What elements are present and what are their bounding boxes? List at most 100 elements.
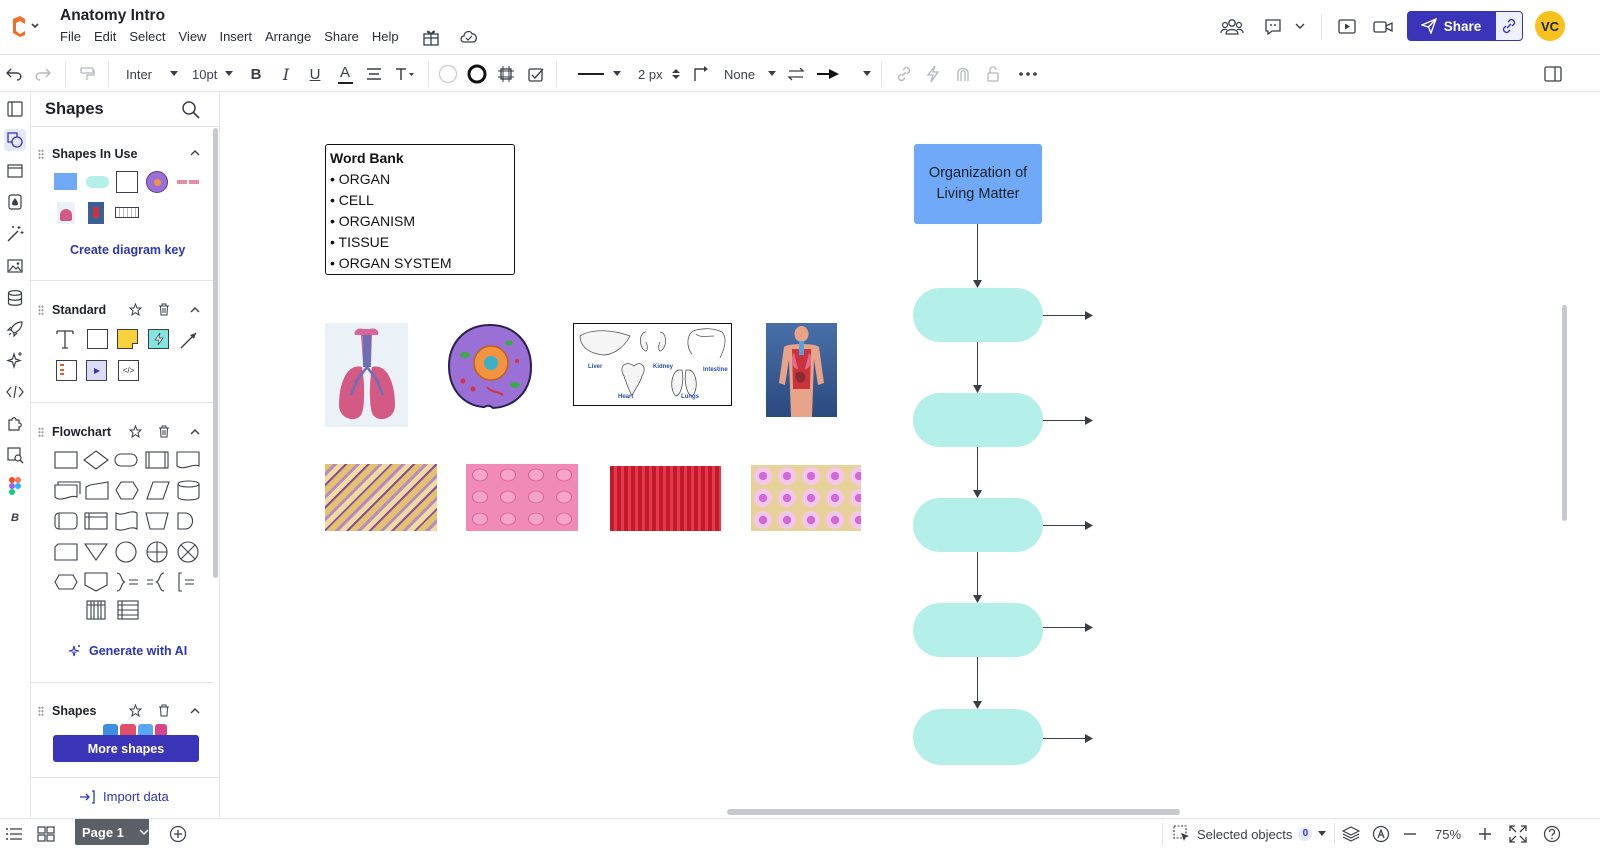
muscle-tissue-image[interactable] [610, 466, 721, 531]
shape-muscle-image[interactable] [177, 180, 201, 184]
import-data-button[interactable]: Import data [79, 789, 169, 804]
connector-arrow[interactable] [1043, 315, 1087, 316]
connector-arrow[interactable] [977, 224, 978, 282]
word-bank-box[interactable]: Word Bank • ORGAN • CELL • ORGANISM • TI… [325, 144, 515, 275]
code-icon[interactable] [4, 381, 26, 403]
link-icon[interactable] [893, 56, 915, 92]
connector-arrow[interactable] [977, 342, 978, 387]
line-width-stepper[interactable]: 2 px [634, 56, 680, 92]
shape-sticky-note[interactable] [117, 329, 138, 349]
star-icon[interactable] [129, 425, 142, 438]
flow-title-box[interactable]: Organization of Living Matter [914, 144, 1042, 224]
shape-video[interactable] [86, 360, 107, 381]
arrow-end-select[interactable] [815, 56, 871, 92]
vertical-scrollbar[interactable] [1562, 305, 1567, 521]
lungs-image[interactable] [325, 323, 408, 427]
format-painter-icon[interactable] [76, 56, 98, 92]
connector-arrow[interactable] [1043, 525, 1087, 526]
human-body-image[interactable] [766, 323, 837, 417]
drag-handle-icon[interactable] [38, 427, 44, 437]
shape-cell-image[interactable] [146, 171, 168, 193]
add-page-icon[interactable] [169, 819, 187, 849]
help-icon[interactable] [1543, 819, 1561, 849]
connector-arrow[interactable] [1043, 420, 1087, 421]
cloud-saved-icon[interactable] [459, 29, 479, 45]
nervous-tissue-image[interactable] [751, 465, 861, 531]
connector-arrow[interactable] [977, 447, 978, 492]
present-icon[interactable] [1337, 17, 1357, 37]
shape-lungs-image[interactable] [57, 202, 75, 224]
rocket-icon[interactable] [4, 318, 26, 340]
collaborators-icon[interactable] [1220, 17, 1244, 37]
line-color-icon[interactable] [466, 56, 488, 92]
section-standard[interactable]: Standard [52, 303, 106, 317]
menu-help[interactable]: Help [372, 29, 399, 44]
connector-arrow[interactable] [1043, 627, 1087, 628]
drag-handle-icon[interactable] [38, 305, 44, 315]
more-shapes-button[interactable]: More shapes [53, 735, 199, 762]
fill-drop-icon[interactable] [4, 191, 26, 213]
connector-arrow[interactable] [1043, 738, 1087, 739]
collapse-chevron-icon[interactable] [190, 428, 200, 436]
create-diagram-key-link[interactable]: Create diagram key [70, 243, 185, 257]
redo-icon[interactable] [32, 56, 54, 92]
font-size-select[interactable]: 10pt [189, 56, 233, 92]
selected-objects-toggle[interactable]: Selected objects 0 [1173, 819, 1327, 849]
section-shapes-in-use[interactable]: Shapes In Use [52, 147, 137, 161]
shape-list[interactable] [56, 360, 77, 381]
section-flowchart[interactable]: Flowchart [52, 425, 111, 439]
ai-sparkle-icon[interactable] [4, 349, 26, 371]
italic-button[interactable]: I [276, 56, 296, 92]
menu-arrange[interactable]: Arrange [265, 29, 311, 44]
database-icon[interactable] [4, 287, 26, 309]
shape-action-button[interactable] [148, 329, 169, 349]
gift-icon[interactable] [422, 28, 440, 46]
image-search-icon[interactable] [4, 444, 26, 466]
connector-arrow[interactable] [977, 552, 978, 597]
undo-icon[interactable] [3, 56, 25, 92]
shape-teal-pill[interactable] [86, 176, 109, 188]
star-icon[interactable] [129, 303, 142, 316]
user-avatar[interactable]: VC [1535, 11, 1565, 41]
search-icon[interactable] [181, 100, 201, 120]
flow-step-pill[interactable] [913, 393, 1043, 447]
organs-image[interactable]: Liver Kidney Intestine Heart Lungs [573, 323, 732, 406]
font-family-select[interactable]: Inter [118, 56, 178, 92]
text-color-button[interactable]: A [335, 56, 355, 92]
shape-options-icon[interactable] [495, 56, 517, 92]
comment-icon[interactable] [1263, 17, 1283, 37]
cell-image[interactable] [447, 323, 533, 410]
horizontal-scrollbar[interactable] [727, 809, 1180, 815]
drag-handle-icon[interactable] [38, 149, 44, 159]
accessibility-icon[interactable] [1372, 819, 1390, 849]
zoom-level[interactable]: 75% [1435, 819, 1461, 849]
epithelial-tissue-image[interactable] [466, 464, 578, 531]
document-title[interactable]: Anatomy Intro [60, 7, 165, 25]
collapse-chevron-icon[interactable] [190, 149, 200, 157]
zoom-out-icon[interactable] [1402, 819, 1418, 849]
connector-style-icon[interactable] [690, 56, 712, 92]
frame-icon[interactable] [4, 160, 26, 182]
text-options-icon[interactable] [394, 56, 416, 92]
underline-button[interactable]: U [305, 56, 325, 92]
shape-blue-rect[interactable] [54, 173, 77, 190]
line-style-select[interactable] [573, 56, 621, 92]
drag-handle-icon[interactable] [38, 706, 44, 716]
app-logo-icon[interactable] [10, 15, 40, 37]
fullscreen-icon[interactable] [1509, 819, 1527, 849]
section-shapes[interactable]: Shapes [52, 704, 96, 718]
menu-select[interactable]: Select [129, 29, 165, 44]
trash-icon[interactable] [158, 303, 170, 316]
page-tab-active[interactable]: Page 1 [75, 819, 149, 845]
swap-arrows-icon[interactable] [785, 56, 807, 92]
align-text-icon[interactable] [364, 56, 384, 92]
menu-file[interactable]: File [60, 29, 81, 44]
connector-arrow[interactable] [977, 657, 978, 703]
layers-icon[interactable] [1342, 819, 1360, 849]
lock-icon[interactable] [982, 56, 1004, 92]
menu-share[interactable]: Share [324, 29, 359, 44]
arrow-line-icon[interactable] [179, 330, 199, 350]
puzzle-icon[interactable] [4, 412, 26, 434]
shape-rectangle[interactable] [87, 329, 108, 349]
text-tool-icon[interactable] [55, 328, 75, 350]
